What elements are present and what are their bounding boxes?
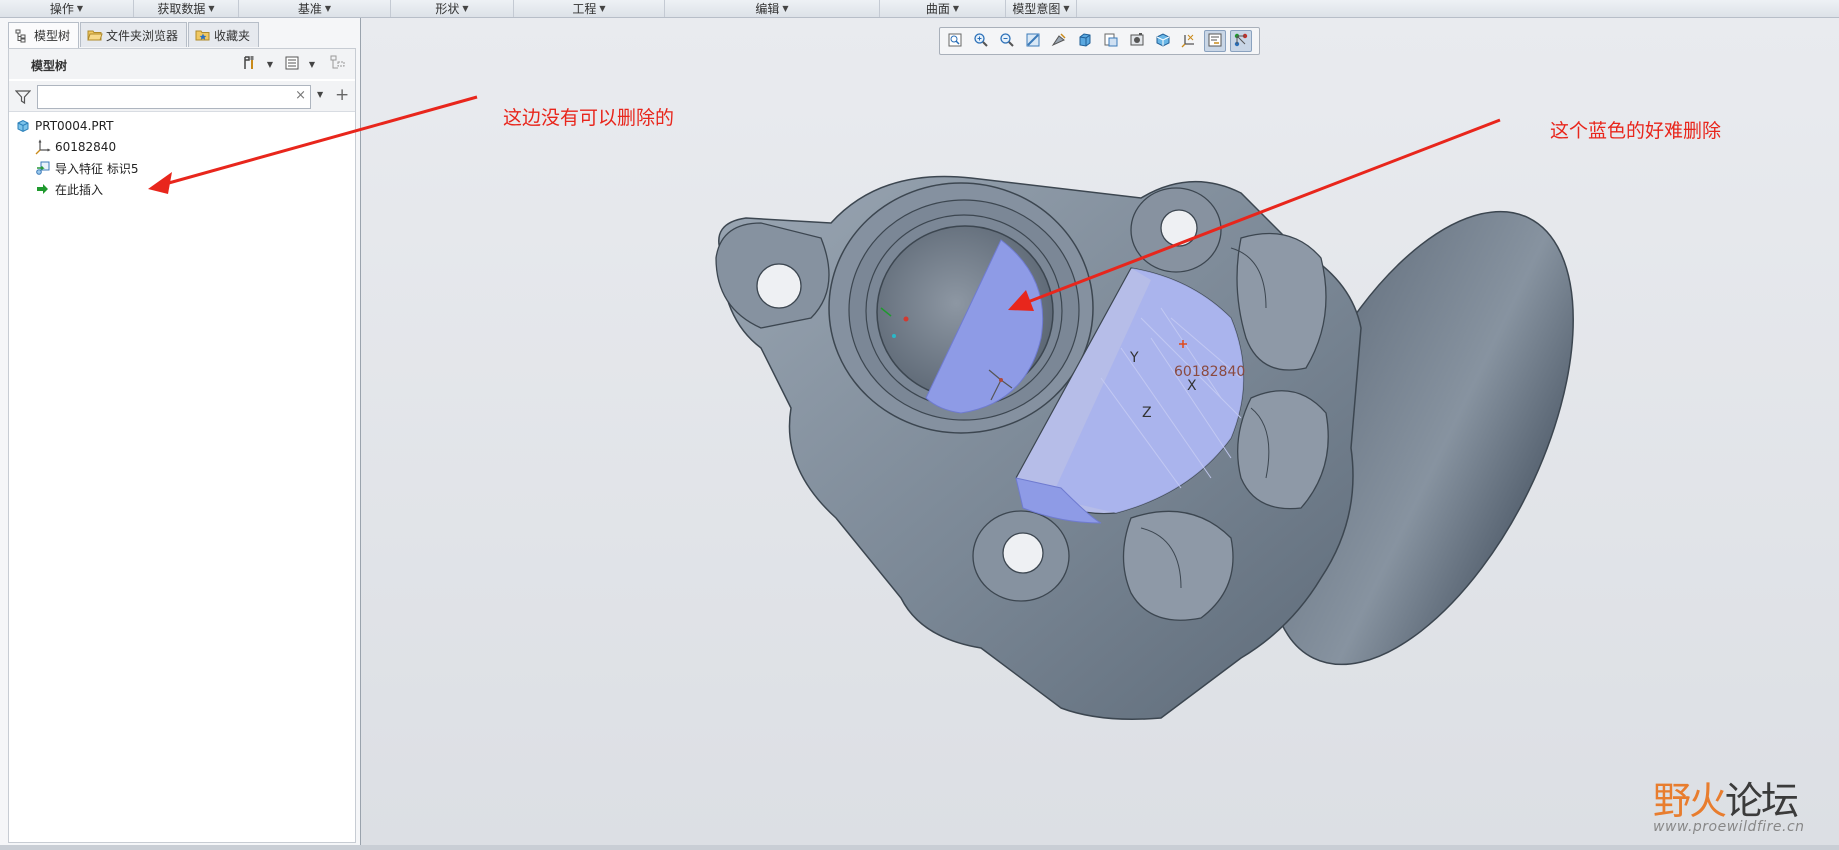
status-bar: [0, 845, 1839, 850]
watermark-brand-main: 野火: [1653, 779, 1727, 823]
annotation-right-note: 这个蓝色的好难删除: [1550, 120, 1722, 142]
forum-watermark: 野火论坛 www.proewildfire.cn: [1653, 770, 1805, 835]
annotation-left-note: 这边没有可以删除的: [503, 107, 675, 129]
watermark-brand: 野火论坛: [1653, 770, 1805, 825]
watermark-brand-sub: 论坛: [1725, 779, 1799, 823]
watermark-url: www.proewildfire.cn: [1653, 819, 1805, 835]
